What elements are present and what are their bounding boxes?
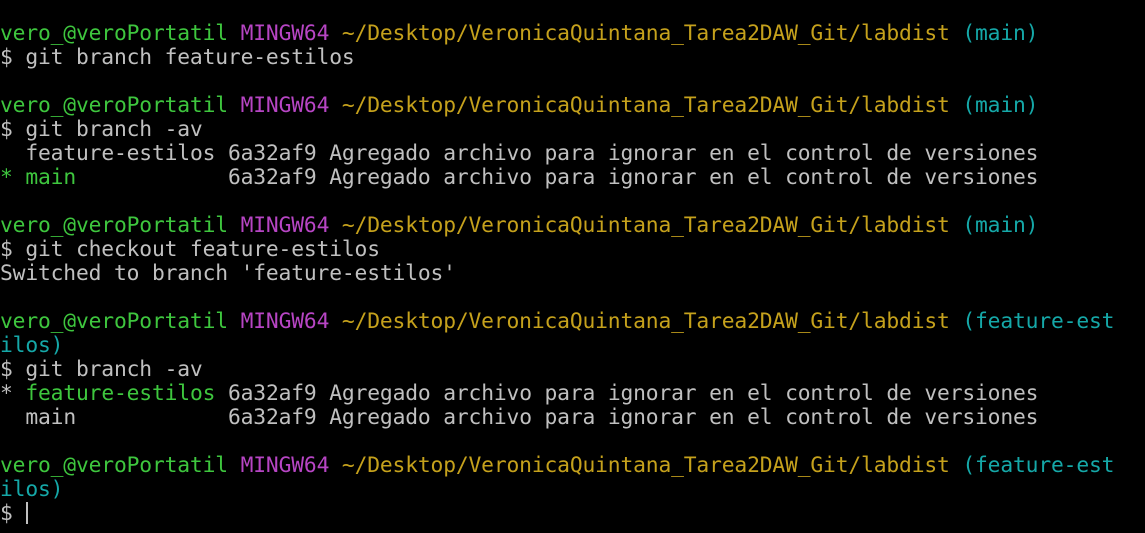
prompt-user: vero_@veroPortatil: [0, 454, 228, 478]
branch-name: main: [25, 166, 76, 190]
prompt-host: MINGW64: [240, 22, 330, 46]
prompt-branch: (main): [962, 94, 1039, 118]
branch-marker: [0, 142, 13, 166]
prompt-branch-wrap: ilos): [0, 334, 64, 358]
branch-row: * feature-estilos 6a32af9 Agregado archi…: [0, 382, 1145, 406]
prompt-branch: (main): [962, 214, 1039, 238]
prompt-branch: (feature-est: [962, 454, 1115, 478]
prompt-user: vero_@veroPortatil: [0, 214, 228, 238]
branch-marker: *: [0, 382, 13, 406]
prompt-line: vero_@veroPortatil MINGW64 ~/Desktop/Ver…: [0, 310, 1145, 334]
prompt-branch: (feature-est: [962, 310, 1115, 334]
prompt-symbol: $: [0, 502, 13, 526]
branch-row: main 6a32af9 Agregado archivo para ignor…: [0, 406, 1145, 430]
command-line: $ git branch -av: [0, 118, 203, 142]
branch-marker: [0, 406, 13, 430]
commit-message: Agregado archivo para ignorar en el cont…: [329, 406, 1039, 430]
prompt-host: MINGW64: [240, 310, 330, 334]
branch-name: feature-estilos: [25, 382, 216, 406]
prompt-branch-wrap: ilos): [0, 478, 64, 502]
prompt-line: vero_@veroPortatil MINGW64 ~/Desktop/Ver…: [0, 22, 1145, 46]
prompt-path: ~/Desktop/VeronicaQuintana_Tarea2DAW_Git…: [341, 22, 950, 46]
prompt-host: MINGW64: [240, 94, 330, 118]
checkout-output: Switched to branch 'feature-estilos': [0, 262, 456, 286]
prompt-user: vero_@veroPortatil: [0, 22, 228, 46]
command-line: $ git branch feature-estilos: [0, 46, 355, 70]
branch-name: feature-estilos: [25, 142, 216, 166]
terminal-window[interactable]: vero_@veroPortatil MINGW64 ~/Desktop/Ver…: [0, 0, 1145, 533]
commit-hash: 6a32af9: [227, 166, 317, 190]
prompt-path: ~/Desktop/VeronicaQuintana_Tarea2DAW_Git…: [341, 454, 950, 478]
commit-message: Agregado archivo para ignorar en el cont…: [329, 382, 1039, 406]
text-cursor: [26, 502, 29, 524]
prompt-line: vero_@veroPortatil MINGW64 ~/Desktop/Ver…: [0, 454, 1145, 478]
prompt-path: ~/Desktop/VeronicaQuintana_Tarea2DAW_Git…: [341, 310, 950, 334]
branch-row: feature-estilos 6a32af9 Agregado archivo…: [0, 142, 1145, 166]
command-line: $ git checkout feature-estilos: [0, 238, 380, 262]
command-input-line[interactable]: $: [0, 502, 1145, 526]
prompt-line: vero_@veroPortatil MINGW64 ~/Desktop/Ver…: [0, 94, 1145, 118]
prompt-branch: (main): [962, 22, 1039, 46]
branch-name: main: [25, 406, 76, 430]
prompt-host: MINGW64: [240, 214, 330, 238]
prompt-line: vero_@veroPortatil MINGW64 ~/Desktop/Ver…: [0, 214, 1145, 238]
commit-message: Agregado archivo para ignorar en el cont…: [329, 142, 1039, 166]
prompt-user: vero_@veroPortatil: [0, 310, 228, 334]
prompt-user: vero_@veroPortatil: [0, 94, 228, 118]
branch-marker: *: [0, 166, 13, 190]
branch-row: * main 6a32af9 Agregado archivo para ign…: [0, 166, 1145, 190]
commit-hash: 6a32af9: [227, 406, 317, 430]
prompt-host: MINGW64: [240, 454, 330, 478]
prompt-path: ~/Desktop/VeronicaQuintana_Tarea2DAW_Git…: [341, 214, 950, 238]
commit-hash: 6a32af9: [227, 142, 317, 166]
command-line: $ git branch -av: [0, 358, 203, 382]
prompt-path: ~/Desktop/VeronicaQuintana_Tarea2DAW_Git…: [341, 94, 950, 118]
commit-message: Agregado archivo para ignorar en el cont…: [329, 166, 1039, 190]
commit-hash: 6a32af9: [227, 382, 317, 406]
